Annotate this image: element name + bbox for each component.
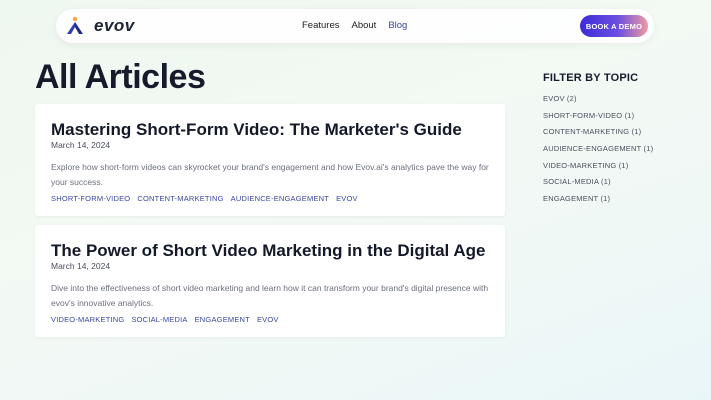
tag-link[interactable]: ENGAGEMENT xyxy=(195,315,250,324)
tag-link[interactable]: SOCIAL-MEDIA xyxy=(131,315,187,324)
topic-item-social-media[interactable]: SOCIAL-MEDIA (1) xyxy=(543,177,693,194)
article-card[interactable]: The Power of Short Video Marketing in th… xyxy=(35,225,505,337)
brand-name: evov xyxy=(94,16,135,35)
tag-link[interactable]: SHORT-FORM-VIDEO xyxy=(51,194,130,203)
nav-features[interactable]: Features xyxy=(302,20,340,31)
tag-link[interactable]: EVOV xyxy=(336,194,358,203)
main-nav: Features About Blog xyxy=(302,20,407,31)
tag-link[interactable]: AUDIENCE-ENGAGEMENT xyxy=(231,194,329,203)
topic-item-engagement[interactable]: ENGAGEMENT (1) xyxy=(543,194,693,211)
sidebar-title: FILTER BY TOPIC xyxy=(543,72,639,84)
article-tags: VIDEO-MARKETING SOCIAL-MEDIA ENGAGEMENT … xyxy=(51,315,489,324)
article-title[interactable]: Mastering Short-Form Video: The Marketer… xyxy=(51,120,489,140)
nav-blog[interactable]: Blog xyxy=(388,20,407,31)
tag-link[interactable]: CONTENT-MARKETING xyxy=(137,194,223,203)
topic-item-short-form-video[interactable]: SHORT-FORM-VIDEO (1) xyxy=(543,111,693,128)
site-header: evov Features About Blog BOOK A DEMO xyxy=(56,9,654,43)
topic-item-content-marketing[interactable]: CONTENT-MARKETING (1) xyxy=(543,127,693,144)
topic-filter-sidebar: FILTER BY TOPIC EVOV (2) SHORT-FORM-VIDE… xyxy=(543,72,693,211)
article-title[interactable]: The Power of Short Video Marketing in th… xyxy=(51,241,489,261)
article-excerpt: Explore how short-form videos can skyroc… xyxy=(51,162,489,187)
topic-item-audience-engagement[interactable]: AUDIENCE-ENGAGEMENT (1) xyxy=(543,144,693,161)
article-date: March 14, 2024 xyxy=(51,261,111,271)
article-date: March 14, 2024 xyxy=(51,140,111,150)
logo[interactable]: evov xyxy=(64,16,135,36)
article-excerpt: Dive into the effectiveness of short vid… xyxy=(51,283,489,308)
nav-about[interactable]: About xyxy=(352,20,377,31)
book-demo-button[interactable]: BOOK A DEMO xyxy=(580,15,648,37)
article-tags: SHORT-FORM-VIDEO CONTENT-MARKETING AUDIE… xyxy=(51,194,489,203)
topic-item-evov[interactable]: EVOV (2) xyxy=(543,94,693,111)
page-title: All Articles xyxy=(35,58,206,96)
tag-link[interactable]: VIDEO-MARKETING xyxy=(51,315,124,324)
evov-logo-icon xyxy=(67,16,83,34)
topic-list: EVOV (2) SHORT-FORM-VIDEO (1) CONTENT-MA… xyxy=(543,94,693,211)
article-card[interactable]: Mastering Short-Form Video: The Marketer… xyxy=(35,104,505,216)
topic-item-video-marketing[interactable]: VIDEO-MARKETING (1) xyxy=(543,161,693,178)
tag-link[interactable]: EVOV xyxy=(257,315,279,324)
